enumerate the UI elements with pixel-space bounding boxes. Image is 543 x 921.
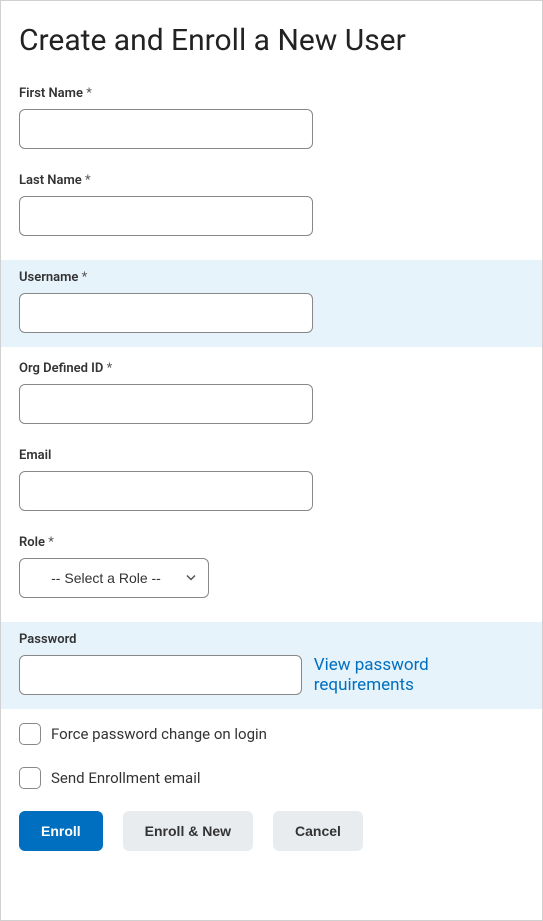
username-group: Username *: [1, 260, 542, 347]
email-input[interactable]: [19, 471, 313, 511]
org-defined-id-group: Org Defined ID *: [19, 361, 524, 424]
org-defined-id-label: Org Defined ID *: [19, 361, 524, 376]
role-group: Role * -- Select a Role --: [19, 535, 524, 598]
last-name-label: Last Name *: [19, 173, 524, 188]
force-password-change-checkbox[interactable]: [19, 723, 41, 745]
email-group: Email: [19, 448, 524, 511]
page-title: Create and Enroll a New User: [19, 23, 524, 58]
button-row: Enroll Enroll & New Cancel: [19, 811, 524, 851]
enroll-button[interactable]: Enroll: [19, 811, 103, 851]
role-select[interactable]: -- Select a Role --: [19, 558, 209, 598]
send-enrollment-email-label[interactable]: Send Enrollment email: [51, 769, 201, 787]
cancel-button[interactable]: Cancel: [273, 811, 363, 851]
username-input[interactable]: [19, 293, 313, 333]
send-enrollment-email-row: Send Enrollment email: [19, 767, 524, 789]
password-input[interactable]: [19, 655, 302, 695]
send-enrollment-email-checkbox[interactable]: [19, 767, 41, 789]
org-defined-id-input[interactable]: [19, 384, 313, 424]
force-password-change-label[interactable]: Force password change on login: [51, 725, 267, 743]
role-label: Role *: [19, 535, 524, 550]
password-label: Password: [19, 632, 524, 647]
password-group: Password View password requirements: [1, 622, 542, 709]
email-label: Email: [19, 448, 524, 463]
first-name-label: First Name *: [19, 86, 524, 101]
first-name-group: First Name *: [19, 86, 524, 149]
first-name-input[interactable]: [19, 109, 313, 149]
view-password-requirements-link[interactable]: View password requirements: [314, 655, 524, 695]
username-label: Username *: [19, 270, 524, 285]
force-password-change-row: Force password change on login: [19, 723, 524, 745]
last-name-input[interactable]: [19, 196, 313, 236]
enroll-and-new-button[interactable]: Enroll & New: [123, 811, 253, 851]
last-name-group: Last Name *: [19, 173, 524, 236]
